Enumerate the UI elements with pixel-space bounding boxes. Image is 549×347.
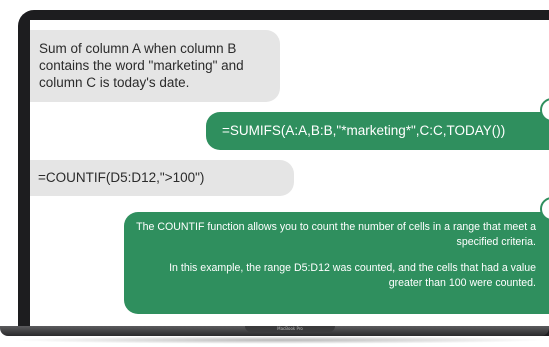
answer-2-paragraph-2: In this example, the range D5:D12 was co… [169, 262, 536, 289]
laptop-model-label: MacBook Pro [277, 326, 303, 331]
answer-2-paragraph-1: The COUNTIF function allows you to count… [136, 221, 536, 248]
chat-answer-2: The COUNTIF function allows you to count… [124, 212, 549, 314]
chat-answer-1: =SUMIFS(A:A,B:B,"*marketing*",C:C,TODAY(… [206, 112, 549, 150]
chat-question-1: Sum of column A when column B contains t… [30, 30, 280, 102]
laptop-mockup: Sum of column A when column B contains t… [0, 0, 549, 347]
chat-question-2: =COUNTIF(D5:D12,">100") [30, 160, 294, 196]
laptop-shadow [10, 336, 549, 344]
